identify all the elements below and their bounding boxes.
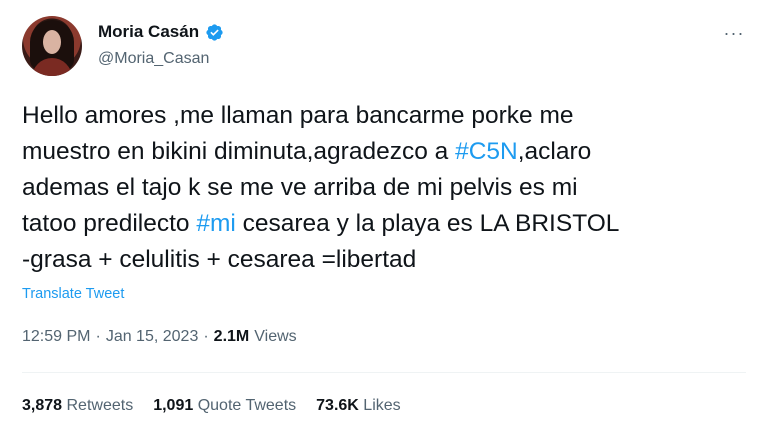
tweet-time[interactable]: 12:59 PM [22,328,90,346]
quote-tweets-count: 1,091 [153,397,194,414]
tweet-text: Hello amores ,me llaman para bancarme po… [22,98,752,278]
translate-tweet-link[interactable]: Translate Tweet [22,286,124,302]
likes-count: 73.6K [316,397,359,414]
tweet-date[interactable]: Jan 15, 2023 [106,328,199,346]
tweet-text-segment: ,aclaro [517,138,592,165]
tweet-text-line: tatoo predilecto #mi cesarea y la playa … [22,206,752,242]
views-label: Views [254,328,297,345]
retweets-label: Retweets [66,397,134,414]
tweet-stats: 3,878 Retweets 1,091 Quote Tweets 73.6K … [22,397,401,415]
likes-stat[interactable]: 73.6K Likes [316,397,401,415]
tweet-text-line: muestro en bikini diminuta,agradezco a #… [22,134,752,170]
tweet-text-segment: muestro en bikini diminuta,agradezco a [22,138,456,165]
author-display-name[interactable]: Moria Casán [98,22,199,42]
meta-separator: · [95,328,101,345]
hashtag-link[interactable]: #C5N [455,138,518,165]
author-handle[interactable]: @Moria_Casan [98,50,209,68]
tweet-meta: 12:59 PM · Jan 15, 2023 · 2.1M Views [22,328,297,346]
hashtag-link[interactable]: #mi [196,210,235,237]
avatar[interactable] [22,16,82,76]
retweets-count: 3,878 [22,397,63,414]
tweet-text-segment: ademas el tajo k se me ve arriba de mi p… [22,174,578,201]
avatar-face [43,30,61,54]
tweet-text-line: -grasa + celulitis + cesarea =libertad [22,242,752,278]
tweet-text-line: Hello amores ,me llaman para bancarme po… [22,98,752,134]
tweet-text-segment: tatoo predilecto [22,210,197,237]
tweet-text-segment: cesarea y la playa es LA BRISTOL [235,210,620,237]
likes-label: Likes [363,397,401,414]
views-count: 2.1M [213,328,250,345]
author-name-row: Moria Casán [98,22,224,42]
tweet-text-segment: Hello amores ,me llaman para bancarme po… [22,102,574,129]
tweet-text-segment: -grasa + celulitis + cesarea =libertad [22,246,417,273]
divider [22,372,746,373]
retweets-stat[interactable]: 3,878 Retweets [22,397,133,415]
more-options-icon[interactable]: ··· [722,22,746,44]
tweet-text-line: ademas el tajo k se me ve arriba de mi p… [22,170,752,206]
meta-separator: · [203,328,209,345]
quote-tweets-label: Quote Tweets [197,397,297,414]
quote-tweets-stat[interactable]: 1,091 Quote Tweets [153,397,296,415]
verified-badge-icon [206,23,223,41]
